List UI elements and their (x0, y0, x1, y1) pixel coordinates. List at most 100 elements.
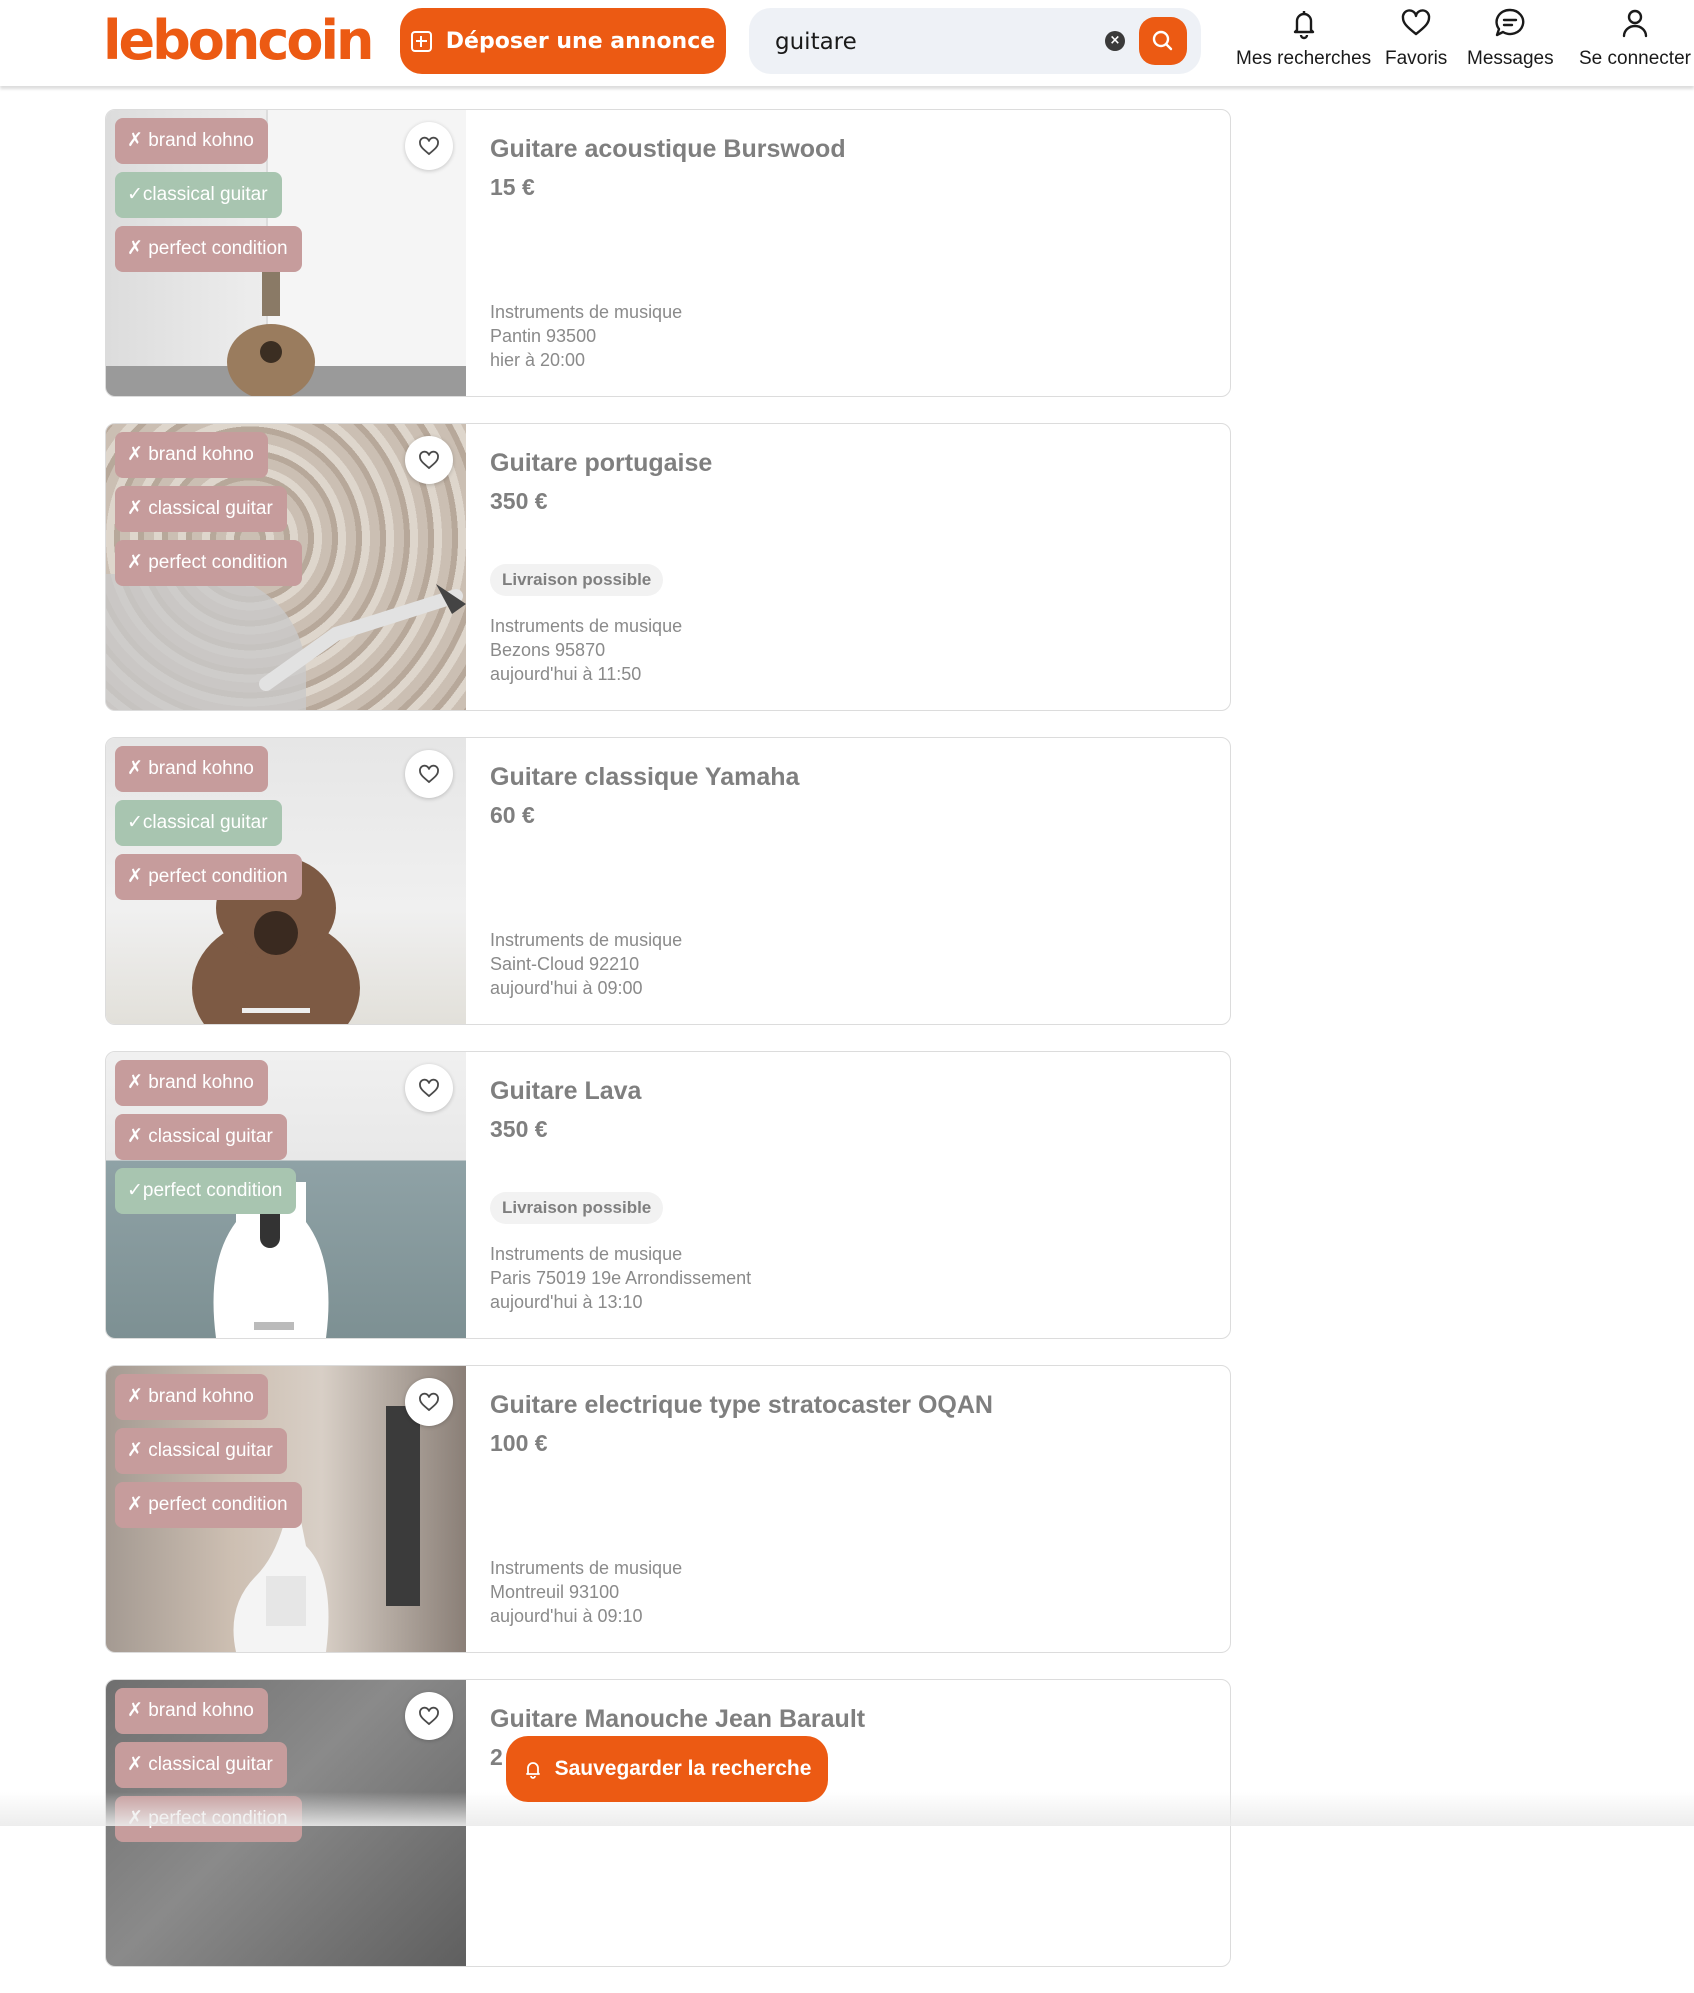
listing-card[interactable]: ✗ brand kohno ✗ classical guitar ✗ perfe… (105, 1365, 1231, 1653)
favorite-button[interactable] (405, 436, 453, 484)
post-ad-label: Déposer une annonce (445, 28, 716, 54)
listing-meta: Instruments de musique Pantin 93500 hier… (490, 300, 682, 372)
tag-list: ✗ brand kohno ✗ classical guitar ✓perfec… (115, 1060, 297, 1222)
tag-classical: ✗ classical guitar (115, 486, 287, 532)
nav-label: Favoris (1385, 48, 1448, 69)
listing-meta: Instruments de musique Paris 75019 19e A… (490, 1242, 751, 1314)
save-search-button[interactable]: Sauvegarder la recherche (506, 1736, 828, 1802)
listing-title[interactable]: Guitare Manouche Jean Barault (490, 1705, 865, 1734)
heart-icon (419, 1706, 439, 1726)
nav-saved-searches[interactable]: Mes recherches (1236, 6, 1371, 78)
logo[interactable]: leboncoin (103, 6, 374, 76)
listing-location: Paris 75019 19e Arrondissement (490, 1268, 752, 1288)
nav-login[interactable]: Se connecter (1579, 6, 1691, 78)
tag-condition: ✓perfect condition (115, 1168, 297, 1214)
listing-location: Saint-Cloud 92210 (490, 954, 640, 974)
tag-brand: ✗ brand kohno (115, 1060, 268, 1106)
listing-info: Guitare Lava 350 € Livraison possible In… (490, 1052, 1210, 1338)
listing-card[interactable]: ✗ brand kohno ✓classical guitar ✗ perfec… (105, 737, 1231, 1025)
delivery-badge: Livraison possible (490, 564, 664, 596)
listing-photo[interactable]: ✗ brand kohno ✗ classical guitar ✗ perfe… (106, 424, 466, 710)
listing-info: Guitare Manouche Jean Barault 2 (490, 1680, 1210, 1966)
nav-favorites[interactable]: Favoris (1385, 6, 1447, 78)
search-input[interactable] (773, 23, 1097, 61)
favorite-button[interactable] (405, 1692, 453, 1740)
listing-card[interactable]: ✗ brand kohno ✗ classical guitar ✗ perfe… (105, 1679, 1231, 1967)
listing-list: ✗ brand kohno ✓classical guitar ✗ perfec… (105, 109, 1231, 1993)
listing-price: 15 € (490, 174, 535, 200)
nav-label: Messages (1467, 48, 1554, 69)
listing-photo[interactable]: ✗ brand kohno ✗ classical guitar ✗ perfe… (106, 1366, 466, 1652)
listing-title[interactable]: Guitare classique Yamaha (490, 763, 799, 792)
tag-brand: ✗ brand kohno (115, 1374, 268, 1420)
listing-info: Guitare portugaise 350 € Livraison possi… (490, 424, 1210, 710)
listing-meta: Instruments de musique Montreuil 93100 a… (490, 1556, 682, 1628)
tag-condition: ✗ perfect condition (115, 1482, 302, 1528)
listing-photo[interactable]: ✗ brand kohno ✓classical guitar ✗ perfec… (106, 738, 466, 1024)
tag-condition: ✗ perfect condition (115, 226, 302, 272)
top-header: leboncoin Déposer une annonce × Mes rech… (0, 0, 1694, 86)
bell-icon (525, 1762, 540, 1779)
listing-meta: Instruments de musique Bezons 95870 aujo… (490, 614, 682, 686)
listing-info: Guitare classique Yamaha 60 € Instrument… (490, 738, 1210, 1024)
listing-location: Montreuil 93100 (490, 1582, 620, 1602)
favorite-button[interactable] (405, 750, 453, 798)
listing-date: aujourd'hui à 11:50 (490, 664, 642, 684)
heart-icon (419, 136, 439, 156)
search-bar: × (749, 8, 1201, 74)
listing-price: 60 € (490, 802, 535, 828)
listing-photo[interactable]: ✗ brand kohno ✓classical guitar ✗ perfec… (106, 110, 466, 396)
delivery-badge: Livraison possible (490, 1192, 664, 1224)
heart-icon (419, 1078, 439, 1098)
clear-search-icon[interactable]: × (1105, 31, 1125, 51)
heart-icon (1401, 9, 1431, 36)
nav-messages[interactable]: Messages (1467, 6, 1554, 78)
tag-condition: ✗ perfect condition (115, 540, 302, 586)
tag-classical: ✓classical guitar (115, 172, 282, 218)
listing-info: Guitare acoustique Burswood 15 € Instrum… (490, 110, 1210, 396)
heart-icon (419, 450, 439, 470)
post-ad-button[interactable]: Déposer une annonce (400, 8, 726, 74)
nav-label: Mes recherches (1236, 48, 1372, 69)
search-icon (1152, 30, 1173, 51)
listing-price: 350 € (490, 488, 548, 514)
tag-brand: ✗ brand kohno (115, 1688, 268, 1734)
listing-photo[interactable]: ✗ brand kohno ✗ classical guitar ✗ perfe… (106, 1680, 466, 1966)
listing-info: Guitare electrique type stratocaster OQA… (490, 1366, 1210, 1652)
favorite-button[interactable] (405, 1064, 453, 1112)
listing-price: 2 (490, 1744, 503, 1770)
tag-condition: ✗ perfect condition (115, 854, 302, 900)
listing-title[interactable]: Guitare acoustique Burswood (490, 135, 846, 164)
tag-classical: ✓classical guitar (115, 800, 282, 846)
tag-list: ✗ brand kohno ✗ classical guitar ✗ perfe… (115, 432, 302, 594)
listing-location: Pantin 93500 (490, 326, 597, 346)
listing-location: Bezons 95870 (490, 640, 606, 660)
tag-brand: ✗ brand kohno (115, 118, 268, 164)
listing-price: 350 € (490, 1116, 548, 1142)
user-icon (1622, 9, 1648, 38)
search-button[interactable] (1139, 17, 1187, 65)
favorite-button[interactable] (405, 122, 453, 170)
listing-card[interactable]: ✗ brand kohno ✓classical guitar ✗ perfec… (105, 109, 1231, 397)
listing-title[interactable]: Guitare portugaise (490, 449, 712, 478)
plus-square-icon (410, 30, 432, 52)
save-search-label: Sauvegarder la recherche (554, 1757, 812, 1780)
listing-card[interactable]: ✗ brand kohno ✗ classical guitar ✗ perfe… (105, 423, 1231, 711)
listing-date: aujourd'hui à 09:10 (490, 1606, 643, 1626)
tag-brand: ✗ brand kohno (115, 746, 268, 792)
listing-date: aujourd'hui à 09:00 (490, 978, 643, 998)
guitar-image (227, 270, 315, 396)
listing-category: Instruments de musique (490, 302, 683, 322)
favorite-button[interactable] (405, 1378, 453, 1426)
listing-category: Instruments de musique (490, 1244, 683, 1264)
listing-category: Instruments de musique (490, 1558, 683, 1578)
listing-card[interactable]: ✗ brand kohno ✗ classical guitar ✓perfec… (105, 1051, 1231, 1339)
heart-icon (419, 764, 439, 784)
listing-title[interactable]: Guitare electrique type stratocaster OQA… (490, 1391, 993, 1420)
listing-photo[interactable]: ✗ brand kohno ✗ classical guitar ✓perfec… (106, 1052, 466, 1338)
tag-brand: ✗ brand kohno (115, 432, 268, 478)
tag-classical: ✗ classical guitar (115, 1742, 287, 1788)
listing-date: aujourd'hui à 13:10 (490, 1292, 643, 1312)
listing-title[interactable]: Guitare Lava (490, 1077, 641, 1106)
listing-meta: Instruments de musique Saint-Cloud 92210… (490, 928, 682, 1000)
